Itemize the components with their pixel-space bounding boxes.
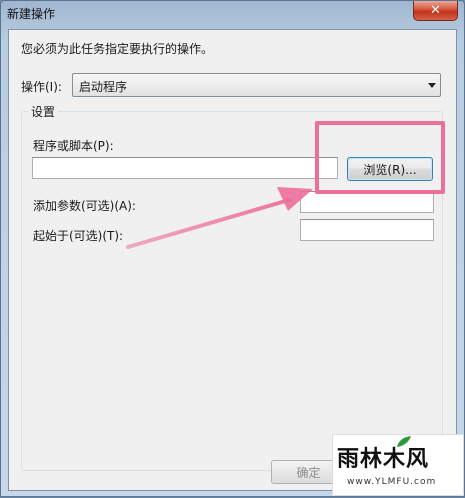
watermark-url: www.YLMFU.com [347,477,437,487]
watermark-title: 雨林木风 [337,447,430,472]
new-action-window: 新建操作 ✕ 您必须为此任务指定要执行的操作。 操作(I): 启动程序 设置 程… [0,0,465,497]
leaf-icon [397,436,411,447]
annotation-arrow-icon [126,187,313,249]
watermark-logo: 雨林木风 www.YLMFU.com [332,434,464,496]
